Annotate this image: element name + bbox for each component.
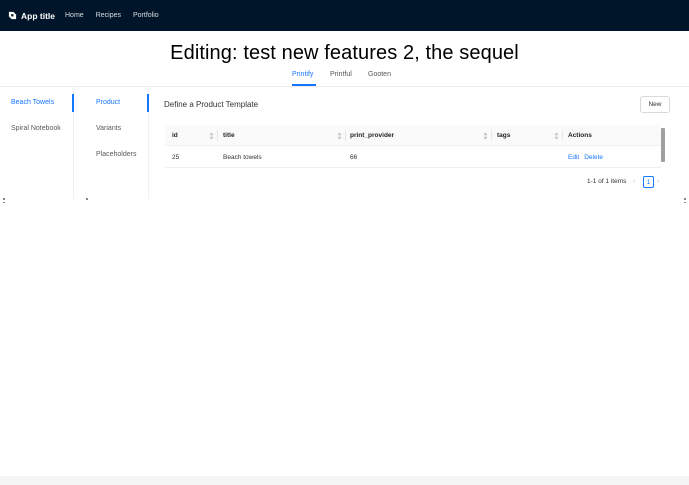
active-section-indicator [147, 94, 149, 112]
table-scrollbar[interactable] [661, 128, 665, 162]
chevron-right-icon[interactable]: › [657, 178, 659, 185]
resize-handle-icon [86, 197, 90, 207]
column-header-actions: Actions [568, 125, 592, 146]
resize-handle-icon [3, 197, 7, 207]
column-header-label: id [172, 132, 178, 139]
table-row: 25 Beach towels 66 Edit Delete [165, 146, 661, 168]
delete-link[interactable]: Delete [584, 154, 603, 161]
brand[interactable]: App title [8, 11, 55, 21]
content-title: Define a Product Template [164, 100, 259, 109]
column-header-tags[interactable]: tags [497, 125, 510, 146]
column-header-label: print_provider [350, 132, 395, 139]
pagination-total: 1-1 of 1 items [587, 178, 627, 185]
column-separator [562, 130, 563, 141]
nav-link-recipes[interactable]: Recipes [96, 12, 121, 19]
column-header-print-provider[interactable]: print_provider [350, 125, 394, 146]
nav-link-portfolio[interactable]: Portfolio [133, 12, 159, 19]
resize-handle-icon [684, 197, 688, 207]
sort-icon[interactable] [209, 132, 214, 140]
tab-gooten[interactable]: Gooten [368, 71, 391, 78]
app-title: App title [21, 10, 55, 21]
tab-printify[interactable]: Printify [292, 71, 313, 78]
column-separator [217, 130, 218, 141]
section-item-variants[interactable]: Variants [96, 125, 121, 132]
table-header: id title print_provider tags Actions [165, 125, 661, 146]
product-list: Beach Towels Spiral Notebook [0, 87, 74, 199]
column-header-id[interactable]: id [172, 125, 178, 146]
pagination-page-1[interactable]: 1 [643, 176, 654, 188]
column-separator [491, 130, 492, 141]
sort-icon[interactable] [483, 132, 488, 140]
product-template-table: id title print_provider tags Actions 25 … [165, 125, 661, 168]
column-header-label: Actions [568, 132, 592, 139]
column-separator [345, 130, 346, 141]
chevron-left-icon[interactable]: ‹ [633, 178, 635, 185]
product-item-beach-towels[interactable]: Beach Towels [11, 99, 54, 106]
top-navbar: App title Home Recipes Portfolio [0, 0, 689, 31]
sort-icon[interactable] [554, 132, 559, 140]
logo-icon [8, 11, 17, 20]
section-list: Product Variants Placeholders [74, 87, 149, 199]
cell-title: Beach towels [223, 153, 262, 161]
cell-id: 25 [172, 153, 180, 161]
section-item-product[interactable]: Product [96, 99, 120, 106]
provider-tabs: Printify Printful Gooten [0, 68, 689, 86]
edit-link[interactable]: Edit [568, 154, 579, 161]
cell-print-provider: 66 [350, 153, 358, 161]
column-header-title[interactable]: title [223, 125, 235, 146]
footer-strip [0, 476, 689, 485]
nav-link-home[interactable]: Home [65, 12, 84, 19]
product-item-spiral-notebook[interactable]: Spiral Notebook [11, 125, 61, 132]
column-header-label: tags [497, 132, 511, 139]
column-header-label: title [223, 132, 235, 139]
tab-printful[interactable]: Printful [330, 71, 352, 78]
page-title: Editing: test new features 2, the sequel [170, 42, 519, 64]
section-item-placeholders[interactable]: Placeholders [96, 151, 136, 158]
sort-icon[interactable] [337, 132, 342, 140]
new-button[interactable]: New [640, 96, 670, 113]
cell-actions: Edit Delete [568, 146, 608, 168]
